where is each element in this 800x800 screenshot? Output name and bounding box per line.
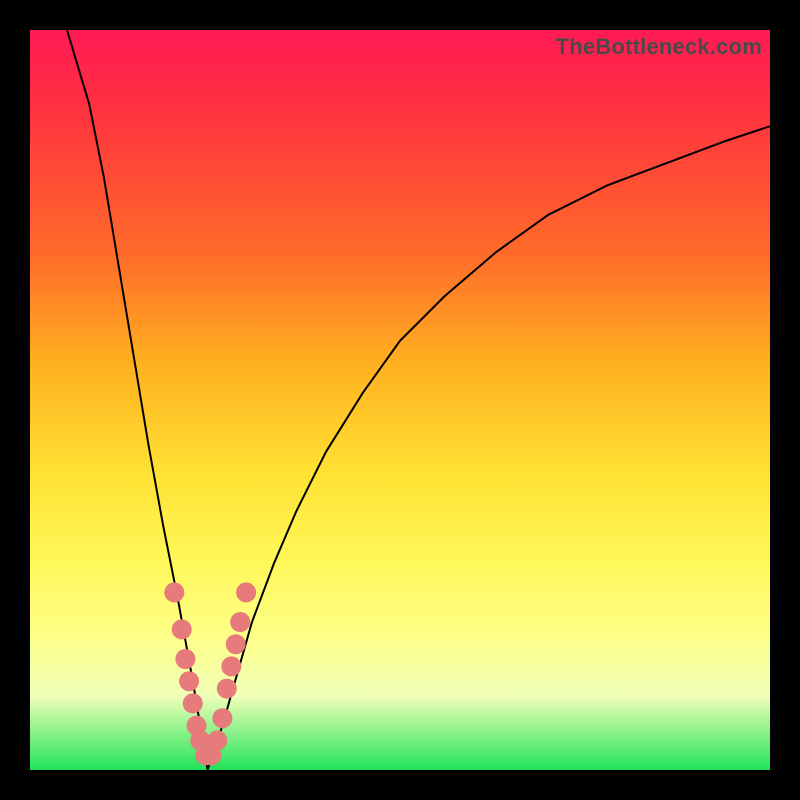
highlight-dot bbox=[236, 582, 256, 602]
highlight-dot bbox=[212, 708, 232, 728]
outer-frame: TheBottleneck.com bbox=[0, 0, 800, 800]
highlight-dot bbox=[226, 634, 246, 654]
bottleneck-curve bbox=[30, 30, 770, 770]
highlight-dot bbox=[183, 693, 203, 713]
plot-area: TheBottleneck.com bbox=[30, 30, 770, 770]
highlight-dot bbox=[221, 656, 241, 676]
highlight-dot bbox=[230, 612, 250, 632]
highlight-dot bbox=[207, 730, 227, 750]
highlight-dot bbox=[164, 582, 184, 602]
highlight-dots-group bbox=[164, 582, 256, 765]
highlight-dot bbox=[172, 619, 192, 639]
curve-right-branch bbox=[208, 126, 770, 770]
highlight-dot bbox=[179, 671, 199, 691]
highlight-dot bbox=[217, 679, 237, 699]
highlight-dot bbox=[175, 649, 195, 669]
